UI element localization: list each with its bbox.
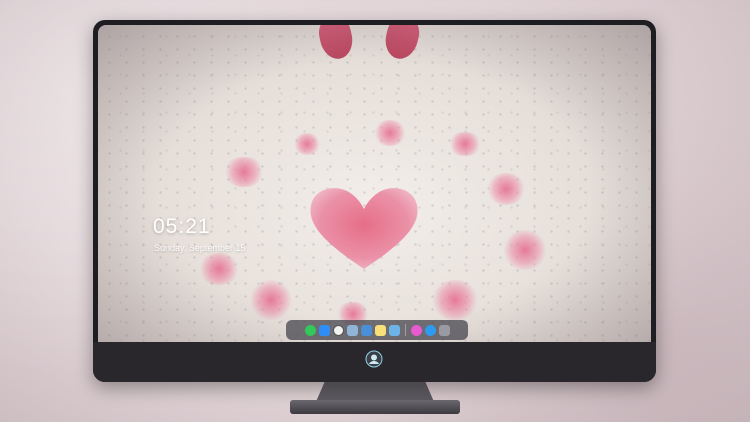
notes-icon[interactable] [374, 324, 386, 336]
lock-date: Sunday, September 15 [154, 243, 246, 253]
app-store-icon[interactable] [424, 324, 436, 336]
clapper-icon[interactable] [360, 324, 372, 336]
lock-clock: 05:21 [153, 215, 211, 238]
camera-icon[interactable] [438, 324, 450, 336]
finder-icon[interactable] [318, 324, 330, 336]
photos-icon[interactable] [388, 324, 400, 336]
brand-logo-icon [365, 350, 383, 368]
desktop-screen: 05:21 Sunday, September 15 [98, 25, 651, 357]
itunes-icon[interactable] [410, 324, 422, 336]
preview-icon[interactable] [346, 324, 358, 336]
wallpaper-vignette [98, 25, 651, 357]
monitor-stand-base [290, 400, 460, 414]
safari-icon[interactable] [332, 324, 344, 336]
dock-separator [404, 324, 406, 336]
messages-icon[interactable] [304, 324, 316, 336]
dock [286, 320, 468, 340]
monitor: 05:21 Sunday, September 15 [93, 20, 656, 382]
monitor-chin [93, 342, 656, 382]
